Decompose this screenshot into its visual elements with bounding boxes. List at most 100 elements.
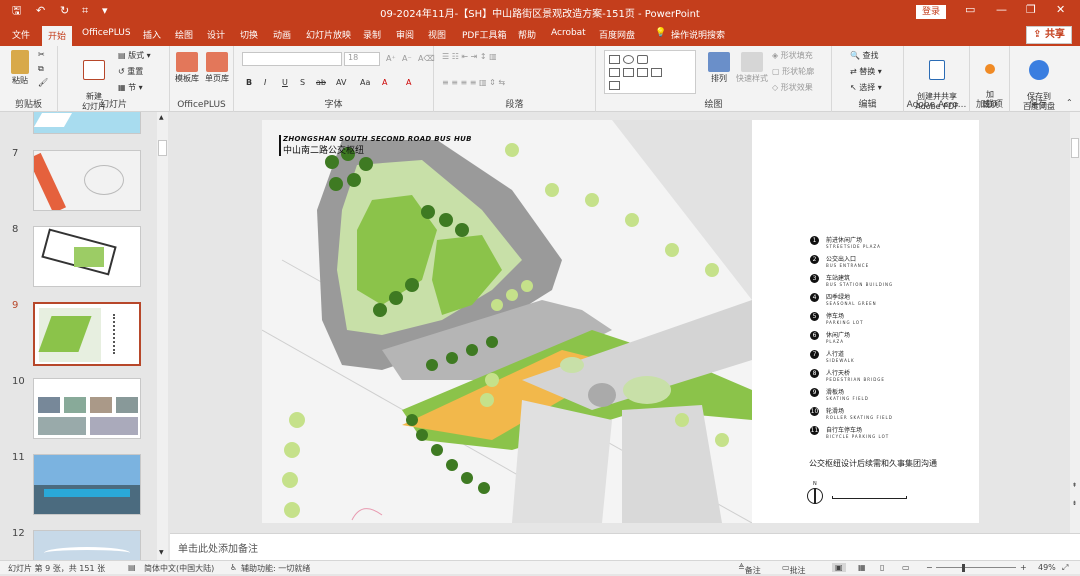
tab-slideshow[interactable]: 幻灯片放映	[306, 28, 351, 41]
tab-help[interactable]: 帮助	[518, 28, 536, 41]
select-button[interactable]: ↖ 选择 ▾	[850, 82, 882, 93]
close-icon[interactable]: ✕	[1056, 3, 1065, 16]
clear-format-icon[interactable]: A⌫	[418, 54, 435, 63]
shape-star-icon[interactable]	[637, 68, 648, 77]
zoom-slider[interactable]	[936, 567, 1016, 568]
shape-oval-icon[interactable]	[623, 55, 634, 64]
tab-home[interactable]: 开始	[42, 26, 73, 46]
shadow-button[interactable]: S	[300, 78, 305, 87]
quick-access-icon[interactable]: ⌗	[82, 4, 88, 18]
font-size-field[interactable]: 18	[344, 52, 380, 66]
spellcheck-icon[interactable]: ▤	[128, 563, 136, 572]
tab-transitions[interactable]: 切换	[240, 28, 258, 41]
scroll-up-icon[interactable]: ▲	[159, 114, 164, 121]
paste-button[interactable]: 粘贴	[6, 50, 34, 86]
fit-slide-icon[interactable]: ⤢	[1062, 563, 1068, 573]
tab-acrobat[interactable]: Acrobat	[551, 28, 586, 38]
strikethrough-button[interactable]: ab	[316, 78, 326, 87]
arrange-button[interactable]: 排列	[704, 52, 734, 84]
zoom-level[interactable]: 49%	[1038, 563, 1056, 572]
prev-slide-icon[interactable]: ⇞	[1072, 482, 1077, 489]
tab-draw[interactable]: 绘图	[175, 28, 193, 41]
slide-thumbnail-9[interactable]	[33, 302, 141, 366]
shape-triangle-icon[interactable]	[609, 68, 620, 77]
normal-view-icon[interactable]: ▣	[832, 563, 846, 572]
scrollbar-thumb[interactable]	[158, 140, 167, 156]
cut-icon[interactable]: ✂	[38, 50, 45, 59]
ribbon-display-icon[interactable]: ▭	[965, 3, 975, 16]
tab-pdf-toolbox[interactable]: PDF工具箱	[462, 28, 507, 41]
shape-arrow-icon[interactable]	[623, 68, 634, 77]
slide-canvas[interactable]: ZHONGSHAN SOUTH SECOND ROAD BUS HUB 中山南二…	[262, 120, 979, 523]
minimize-icon[interactable]: —	[996, 3, 1007, 16]
notes-pane[interactable]: 单击此处添加备注	[170, 533, 1080, 560]
maximize-icon[interactable]: ❐	[1026, 3, 1036, 16]
shape-brace-icon[interactable]	[651, 68, 662, 77]
replace-button[interactable]: ⇄ 替换 ▾	[850, 66, 882, 77]
redo-icon[interactable]: ↻	[60, 4, 69, 18]
grow-font-icon[interactable]: A⁺	[386, 54, 396, 63]
find-button[interactable]: 🔍 查找	[850, 50, 879, 61]
zoom-in-icon[interactable]: +	[1020, 563, 1027, 572]
slide-thumbnail-7[interactable]	[33, 150, 141, 211]
tab-design[interactable]: 设计	[207, 28, 225, 41]
italic-button[interactable]: I	[264, 78, 266, 87]
tab-view[interactable]: 视图	[428, 28, 446, 41]
login-button[interactable]: 登录	[916, 5, 946, 19]
copy-icon[interactable]: ⧉	[38, 64, 44, 74]
collapse-ribbon-icon[interactable]: ⌃	[1066, 98, 1073, 107]
slide-thumbnail-6[interactable]	[33, 112, 141, 134]
align-icons[interactable]: ≡ ≡ ≡ ≡ ▥ ⇕ ⇆	[442, 78, 505, 87]
section-button[interactable]: ▦ 节 ▾	[118, 82, 143, 93]
char-spacing-button[interactable]: AV	[336, 78, 346, 87]
shape-fill-button[interactable]: ◈ 形状填充	[772, 50, 813, 61]
font-color-button[interactable]: A	[406, 78, 411, 87]
slide-thumbnail-8[interactable]	[33, 226, 141, 287]
accessibility-icon[interactable]: ♿	[230, 563, 237, 572]
notes-toggle[interactable]: ≜ 备注	[738, 563, 761, 575]
share-button[interactable]: ⇪ 共享	[1026, 26, 1072, 44]
layout-button[interactable]: ▤ 版式 ▾	[118, 50, 151, 61]
single-page-library-button[interactable]: 单页库	[202, 52, 232, 84]
customize-quick-access-icon[interactable]: ▾	[102, 4, 108, 18]
shape-outline-button[interactable]: ▢ 形状轮廓	[772, 66, 814, 77]
tab-record[interactable]: 录制	[363, 28, 381, 41]
tell-me-search[interactable]: 操作说明搜索	[671, 28, 725, 41]
reading-view-icon[interactable]: ▯	[880, 563, 884, 572]
shrink-font-icon[interactable]: A⁻	[402, 54, 412, 63]
highlight-button[interactable]: A	[382, 78, 387, 87]
slide-scrollbar-thumb[interactable]	[1071, 138, 1079, 158]
slideshow-view-icon[interactable]: ▭	[902, 563, 910, 572]
thumbnail-scrollbar[interactable]: ▲ ▼	[157, 112, 168, 560]
font-name-field[interactable]	[242, 52, 342, 66]
shape-curve-icon[interactable]	[609, 81, 620, 90]
tab-insert[interactable]: 插入	[143, 28, 161, 41]
slide-thumbnail-11[interactable]	[33, 454, 141, 515]
language-indicator[interactable]: 简体中文(中国大陆)	[144, 563, 214, 574]
tab-baidu-netdisk[interactable]: 百度网盘	[599, 28, 635, 41]
slide-sorter-icon[interactable]: ▦	[858, 563, 866, 572]
format-painter-icon[interactable]: 🖌	[38, 78, 48, 87]
accessibility-status[interactable]: 辅助功能: 一切就绪	[241, 563, 310, 574]
zoom-out-icon[interactable]: −	[926, 563, 933, 572]
bold-button[interactable]: B	[246, 78, 252, 87]
slide-thumbnail-12[interactable]	[33, 530, 141, 560]
shape-rect-icon[interactable]	[609, 55, 620, 64]
next-slide-icon[interactable]: ⇟	[1072, 500, 1077, 507]
shape-round-rect-icon[interactable]	[637, 55, 648, 64]
comments-toggle[interactable]: ▭ 批注	[782, 563, 806, 575]
scroll-down-icon[interactable]: ▼	[159, 549, 164, 556]
template-library-button[interactable]: 模板库	[172, 52, 202, 84]
shapes-gallery[interactable]	[604, 50, 696, 94]
shape-effects-button[interactable]: ◇ 形状效果	[772, 82, 813, 93]
slide-scrollbar[interactable]: ⇞ ⇟	[1070, 112, 1080, 533]
tab-file[interactable]: 文件	[12, 28, 30, 41]
tab-review[interactable]: 审阅	[396, 28, 414, 41]
undo-icon[interactable]: ↶	[36, 4, 45, 18]
bullets-icon[interactable]: ☰ ☷ ⇤ ⇥ ↕ ▥	[442, 52, 497, 61]
quick-styles-button[interactable]: 快速样式	[734, 52, 770, 84]
tab-officeplus[interactable]: OfficePLUS	[82, 28, 131, 38]
slide-thumbnail-10[interactable]	[33, 378, 141, 439]
zoom-slider-thumb[interactable]	[962, 564, 965, 572]
save-icon[interactable]: 🖫	[12, 4, 21, 18]
